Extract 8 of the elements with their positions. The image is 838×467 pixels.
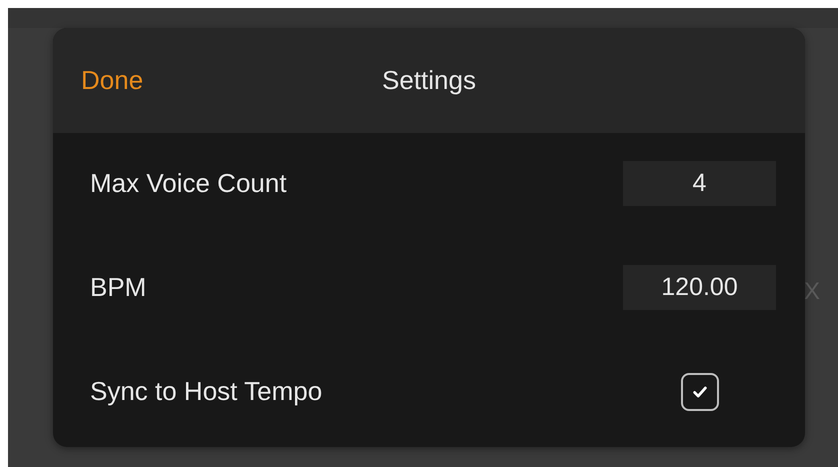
checkbox[interactable]	[680, 372, 718, 410]
input-field[interactable]: 4	[623, 161, 776, 206]
input-field[interactable]: 120.00	[623, 265, 776, 310]
done-button[interactable]: Done	[81, 65, 144, 96]
setting-label: Max Voice Count	[90, 168, 287, 199]
setting-label: Sync to Host Tempo	[90, 376, 322, 407]
dialog-title: Settings	[382, 65, 476, 96]
setting-label: BPM	[90, 272, 146, 303]
